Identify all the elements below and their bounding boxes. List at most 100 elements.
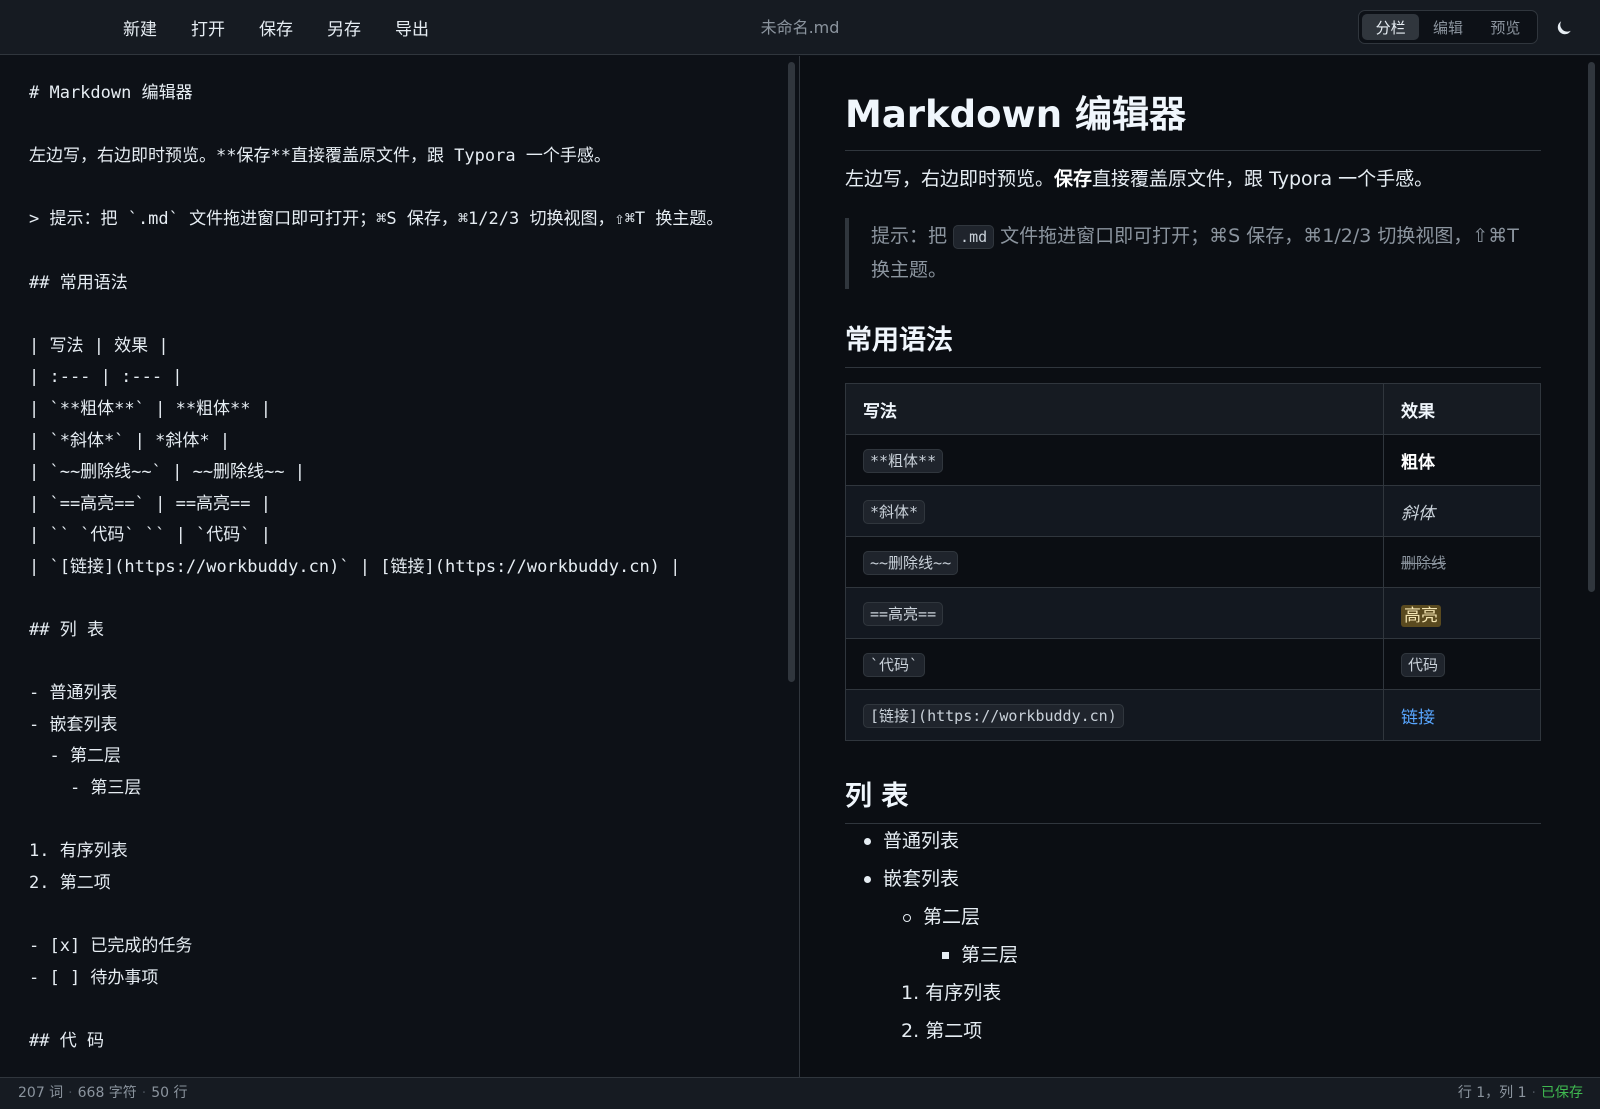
save-status: 已保存: [1541, 1085, 1583, 1101]
theme-toggle-button[interactable]: [1552, 16, 1576, 40]
syntax-code: [链接](https://workbuddy.cn): [863, 703, 1124, 728]
effect-highlight: 高亮: [1401, 604, 1441, 627]
table-header-row: 写法 效果: [845, 383, 1541, 435]
view-edit-button[interactable]: 编辑: [1419, 14, 1476, 40]
export-button[interactable]: 导出: [378, 9, 446, 46]
editor-line[interactable]: - [ ] 待办事项: [29, 963, 749, 995]
table-cell: ~~删除线~~: [845, 536, 1384, 588]
syntax-table: 写法 效果 **粗体** 粗体 *斜体* 斜体 ~~删除线~~ 删除线 ==高亮…: [845, 383, 1541, 741]
editor-line[interactable]: [29, 173, 749, 205]
toolbar: 新建 打开 保存 另存 导出 未命名.md 分栏 编辑 预览: [0, 0, 1600, 55]
view-preview-button[interactable]: 预览: [1477, 14, 1534, 40]
list-item: 嵌套列表: [864, 864, 959, 891]
bullet-disc-icon: [864, 838, 871, 845]
ordered-list-number: 1.: [901, 982, 920, 1004]
syntax-code: ==高亮==: [863, 601, 944, 626]
editor-line[interactable]: | `*斜体*` | *斜体* |: [29, 426, 749, 458]
document-stats: 207 词 · 668 字符 · 50 行: [18, 1078, 188, 1109]
view-split-button[interactable]: 分栏: [1362, 14, 1420, 40]
editor-scrollbar[interactable]: [788, 62, 795, 682]
ordered-list-number: 2.: [901, 1020, 920, 1042]
table-cell: 高亮: [1383, 587, 1541, 639]
table-row: [链接](https://workbuddy.cn) 链接: [845, 689, 1541, 741]
table-cell: *斜体*: [845, 485, 1384, 537]
editor-line[interactable]: | :--- | :--- |: [29, 362, 749, 394]
table-cell: `代码`: [845, 638, 1384, 690]
editor-line[interactable]: - [x] 已完成的任务: [29, 931, 749, 963]
status-bar: 207 词 · 668 字符 · 50 行 行 1，列 1 · 已保存: [0, 1077, 1600, 1109]
preview-paragraph: 左边写，右边即时预览。保存直接覆盖原文件，跟 Typora 一个手感。: [845, 164, 1541, 191]
table-cell: 链接: [1383, 689, 1541, 741]
editor-line[interactable]: | 写法 | 效果 |: [29, 331, 749, 363]
editor-line[interactable]: ## 代 码: [29, 1026, 749, 1058]
save-as-button[interactable]: 另存: [310, 9, 378, 46]
bullet-circle-icon: [903, 913, 911, 922]
paragraph-text-2: 直接覆盖原文件，跟 Typora 一个手感。: [1092, 168, 1434, 190]
view-mode-switch: 分栏 编辑 预览: [1358, 10, 1538, 44]
editor-line[interactable]: | `**粗体**` | **粗体** |: [29, 394, 749, 426]
editor-line[interactable]: - 普通列表: [29, 678, 749, 710]
editor-line[interactable]: [29, 110, 749, 142]
list-item-label: 第三层: [961, 944, 1019, 966]
effect-link[interactable]: 链接: [1401, 708, 1435, 728]
preview-pane: Markdown 编辑器 左边写，右边即时预览。保存直接覆盖原文件，跟 Typo…: [800, 56, 1600, 1077]
editor-line[interactable]: 1. 有序列表: [29, 836, 749, 868]
editor-line[interactable]: - 嵌套列表: [29, 710, 749, 742]
char-count: 668 字符: [77, 1085, 137, 1101]
preview-heading-syntax: 常用语法: [845, 318, 1541, 368]
preview-heading-list: 列 表: [845, 774, 1541, 824]
new-button[interactable]: 新建: [106, 9, 174, 46]
table-cell: 代码: [1383, 638, 1541, 690]
ordered-list-item: 1. 有序列表: [901, 978, 1001, 1005]
editor-line[interactable]: | `==高亮==` | ==高亮== |: [29, 489, 749, 521]
editor-line[interactable]: ## 列 表: [29, 615, 749, 647]
table-row: **粗体** 粗体: [845, 434, 1541, 486]
editor-line[interactable]: 2. 第二项: [29, 868, 749, 900]
list-item: 普通列表: [864, 826, 959, 853]
ordered-list-item: 2. 第二项: [901, 1016, 982, 1043]
syntax-code: **粗体**: [863, 448, 944, 473]
effect-italic: 斜体: [1401, 503, 1435, 524]
editor-line[interactable]: - 第三层: [29, 773, 749, 805]
editor-line[interactable]: 左边写，右边即时预览。**保存**直接覆盖原文件，跟 Typora 一个手感。: [29, 141, 749, 173]
paragraph-text-1: 左边写，右边即时预览。: [845, 168, 1055, 190]
list-item-label: 第二项: [925, 1020, 983, 1042]
table-header-effect: 效果: [1383, 383, 1541, 435]
moon-icon: [1557, 21, 1571, 35]
editor-line[interactable]: | `[链接](https://workbuddy.cn)` | [链接](ht…: [29, 552, 749, 584]
editor-line[interactable]: ## 常用语法: [29, 268, 749, 300]
editor-line[interactable]: [29, 299, 749, 331]
file-menu: 新建 打开 保存 另存 导出: [106, 0, 446, 55]
word-count: 207 词: [18, 1085, 64, 1101]
list-item-label: 第二层: [923, 906, 981, 928]
separator: ·: [68, 1085, 73, 1101]
table-cell: 删除线: [1383, 536, 1541, 588]
table-cell: **粗体**: [845, 434, 1384, 486]
syntax-code: `代码`: [863, 652, 926, 677]
editor-line[interactable]: [29, 994, 749, 1026]
editor-line[interactable]: [29, 236, 749, 268]
markdown-editor[interactable]: # Markdown 编辑器 左边写，右边即时预览。**保存**直接覆盖原文件，跟…: [0, 56, 800, 1077]
list-item: 第二层: [903, 902, 980, 929]
quote-text-1: 提示：把: [871, 225, 954, 247]
editor-line[interactable]: [29, 584, 749, 616]
quote-inline-code: .md: [953, 225, 995, 249]
editor-line[interactable]: [29, 899, 749, 931]
preview-heading-1: Markdown 编辑器: [845, 84, 1541, 151]
table-cell: 粗体: [1383, 434, 1541, 486]
editor-text[interactable]: # Markdown 编辑器 左边写，右边即时预览。**保存**直接覆盖原文件，跟…: [29, 78, 749, 1057]
editor-line[interactable]: [29, 647, 749, 679]
editor-line[interactable]: [29, 805, 749, 837]
table-row: ==高亮== 高亮: [845, 587, 1541, 639]
bullet-disc-icon: [864, 876, 871, 883]
save-button[interactable]: 保存: [242, 9, 310, 46]
open-button[interactable]: 打开: [174, 9, 242, 46]
editor-line[interactable]: | `` `代码` `` | `代码` |: [29, 520, 749, 552]
editor-line[interactable]: - 第二层: [29, 741, 749, 773]
editor-line[interactable]: # Markdown 编辑器: [29, 78, 749, 110]
list-item-label: 普通列表: [883, 830, 960, 852]
preview-scrollbar[interactable]: [1588, 62, 1595, 592]
syntax-code: ~~删除线~~: [863, 550, 959, 575]
editor-line[interactable]: | `~~删除线~~` | ~~删除线~~ |: [29, 457, 749, 489]
editor-line[interactable]: > 提示：把 `.md` 文件拖进窗口即可打开；⌘S 保存，⌘1/2/3 切换视…: [29, 204, 749, 236]
